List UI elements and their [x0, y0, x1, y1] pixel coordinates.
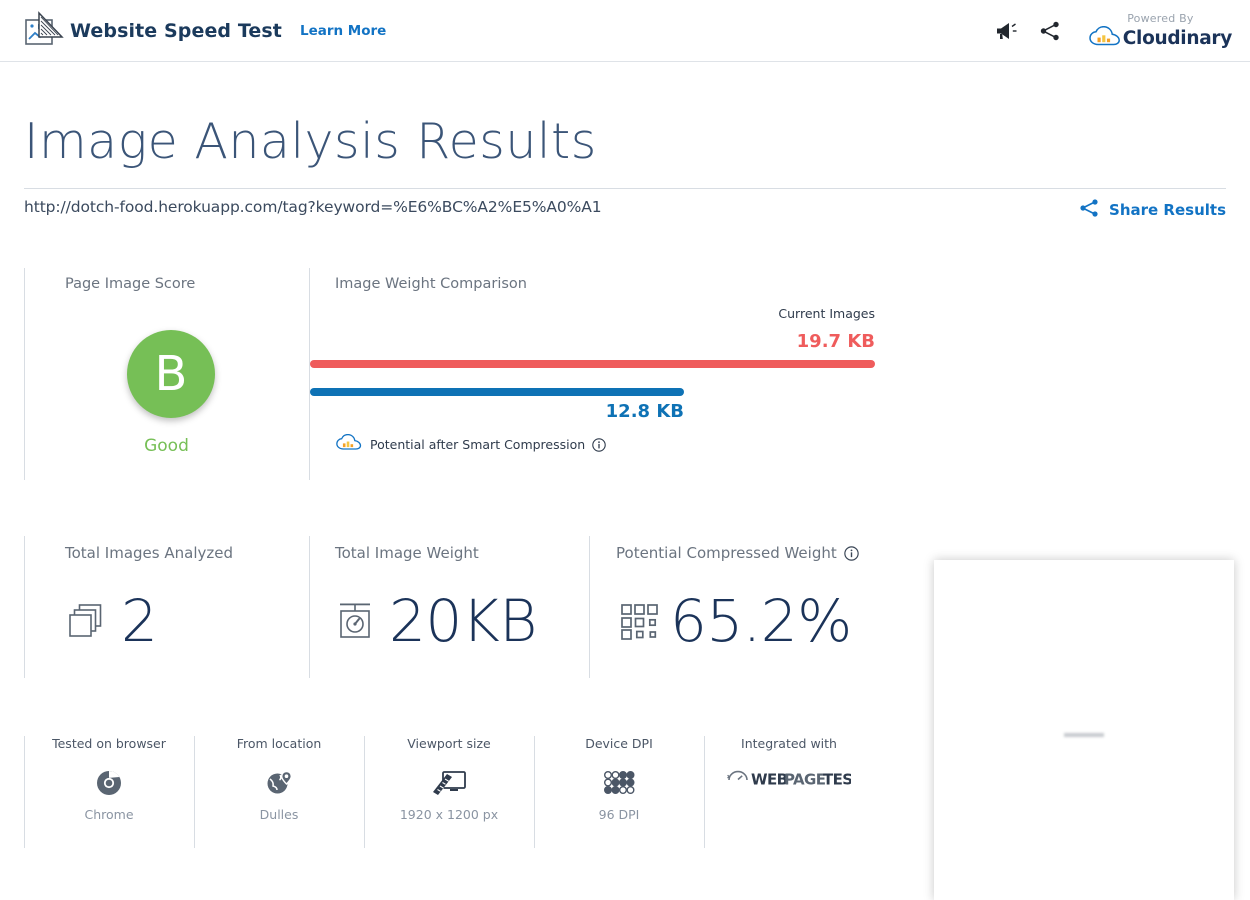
share-results-label: Share Results	[1109, 201, 1226, 219]
meta-integrated-with: Integrated with WEB PAGE TEST	[704, 736, 874, 803]
stats-divider-1	[309, 536, 310, 678]
panel-divider-mid	[309, 268, 310, 480]
brand-title: Website Speed Test	[70, 20, 282, 42]
meta-device-dpi: Device DPI 96 DPI	[534, 736, 704, 822]
stat-label-text: Potential Compressed Weight	[616, 544, 837, 562]
thumbnail-placeholder-text	[1064, 733, 1104, 737]
compression-grid-icon	[616, 596, 660, 646]
potential-weight-bar	[310, 388, 684, 396]
meta-title: Integrated with	[741, 736, 837, 751]
svg-text:TEST: TEST	[823, 771, 851, 789]
cloudinary-cloud-icon	[336, 433, 362, 455]
monitor-ruler-icon	[364, 766, 534, 800]
meta-viewport-size: Viewport size 1920 x 1200 px	[364, 736, 534, 822]
cloudinary-cloud-icon	[1089, 25, 1121, 51]
meta-value: 1920 x 1200 px	[399, 807, 499, 822]
stat-total-image-weight: 20KB	[335, 592, 537, 650]
share-results-button[interactable]: Share Results	[1079, 198, 1226, 222]
learn-more-link[interactable]: Learn More	[300, 23, 386, 39]
tested-url: http://dotch-food.herokuapp.com/tag?keyw…	[24, 198, 602, 216]
info-icon[interactable]	[844, 545, 859, 561]
score-circle: B	[127, 330, 215, 418]
smart-compression-label: Potential after Smart Compression	[370, 437, 586, 452]
stat-label-text: Total Image Weight	[335, 544, 479, 562]
score-grade: B	[154, 346, 188, 402]
stat-total-images-analyzed: 2	[65, 587, 158, 655]
meta-value: Dulles	[259, 807, 299, 822]
globe-pin-icon	[194, 766, 364, 800]
meta-value: Chrome	[84, 807, 134, 822]
image-weight-comparison-label: Image Weight Comparison	[335, 276, 527, 292]
stacked-images-icon	[65, 596, 111, 646]
info-icon[interactable]	[592, 437, 606, 452]
stat-potential-compressed-weight: 65.2%	[616, 592, 852, 650]
app-header: Website Speed Test Learn More Powered By	[0, 0, 1250, 62]
current-images-value: 19.7 KB	[796, 331, 875, 352]
megaphone-icon[interactable]	[989, 14, 1023, 48]
webpagetest-logo: WEB PAGE TEST	[704, 762, 874, 796]
current-images-caption: Current Images	[778, 306, 875, 321]
page-screenshot-thumbnail[interactable]	[934, 560, 1234, 900]
stat-title-potential-compressed-weight: Potential Compressed Weight	[616, 544, 859, 562]
weight-scale-icon	[335, 596, 379, 646]
meta-title: Viewport size	[407, 736, 491, 751]
chart-cursor-icon	[22, 11, 66, 51]
page-title: Image Analysis Results	[24, 113, 597, 170]
meta-tested-on-browser: Tested on browser Chrome	[24, 736, 194, 822]
svg-text:WEB: WEB	[751, 771, 788, 789]
powered-by-label: Powered By	[1127, 11, 1194, 25]
header-actions: Powered By Cloudinary	[989, 0, 1236, 62]
score-verdict: Good	[144, 436, 189, 456]
stat-value-total-images-analyzed: 2	[121, 587, 158, 655]
brand[interactable]: Website Speed Test Learn More	[22, 10, 386, 52]
current-images-bar	[310, 360, 875, 368]
share-icon[interactable]	[1033, 14, 1067, 48]
meta-title: Device DPI	[585, 736, 653, 751]
cloudinary-wordmark: Cloudinary	[1122, 27, 1233, 49]
stats-divider-left	[24, 536, 25, 678]
stat-label-text: Total Images Analyzed	[65, 544, 233, 562]
chrome-icon	[24, 766, 194, 800]
stat-title-total-images-analyzed: Total Images Analyzed	[65, 544, 233, 562]
title-divider	[24, 188, 1226, 189]
smart-compression-row: Potential after Smart Compression	[336, 433, 606, 455]
stat-value-total-image-weight: 20KB	[389, 587, 537, 655]
meta-title: From location	[236, 736, 322, 751]
stat-title-total-image-weight: Total Image Weight	[335, 544, 479, 562]
top-panel: Page Image Score B Good Image Weight Com…	[24, 268, 1226, 480]
page-image-score-label: Page Image Score	[65, 276, 196, 292]
meta-title: Tested on browser	[52, 736, 166, 751]
dot-density-icon	[534, 766, 704, 800]
stats-divider-2	[589, 536, 590, 678]
stat-value-potential-compressed-weight: 65.2%	[670, 587, 852, 655]
meta-value: 96 DPI	[598, 807, 640, 822]
potential-weight-value: 12.8 KB	[605, 401, 684, 422]
cloudinary-logo[interactable]: Powered By Cloudinary	[1089, 12, 1232, 51]
svg-text:PAGE: PAGE	[784, 771, 826, 789]
share-icon	[1079, 198, 1100, 222]
meta-from-location: From location Dulles	[194, 736, 364, 822]
